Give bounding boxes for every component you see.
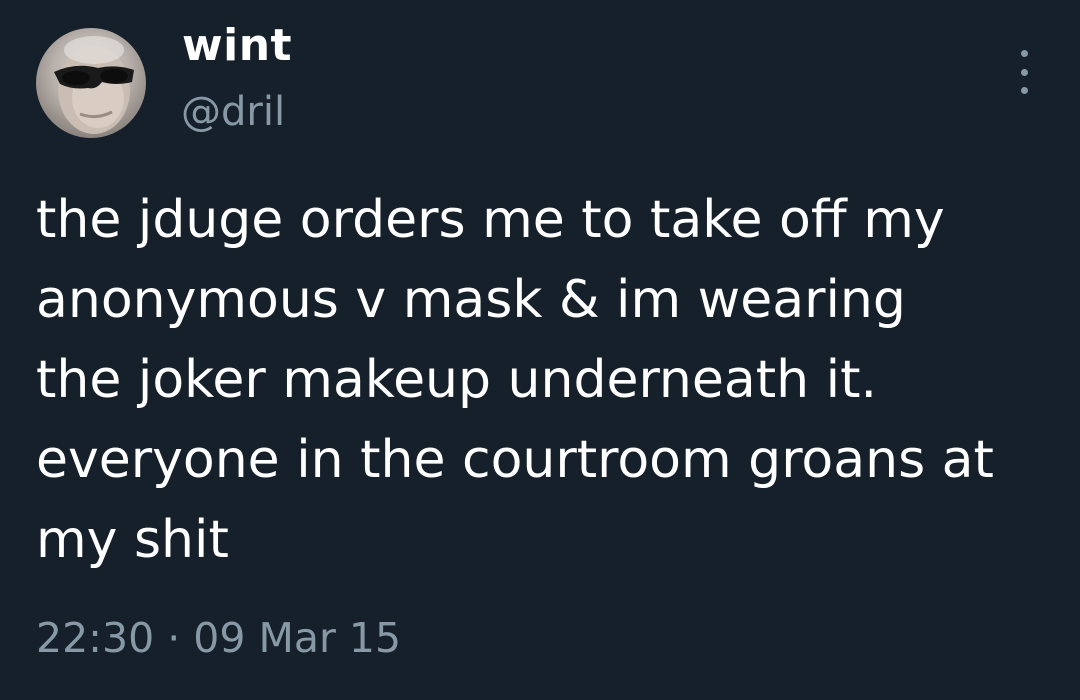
more-vertical-icon-dot — [1020, 87, 1028, 94]
avatar-image — [54, 36, 134, 134]
tweet-time: 22:30 — [36, 614, 155, 662]
tweet-card: wint @dril the jduge orders me to take o… — [0, 0, 1080, 700]
more-vertical-icon — [1020, 50, 1028, 57]
tweet-text-line: everyone in the courtroom groans at — [36, 430, 994, 490]
timestamp-separator: · — [167, 614, 181, 662]
tweet-date: 09 Mar 15 — [193, 614, 402, 662]
avatar[interactable] — [36, 28, 146, 138]
more-vertical-icon-dot — [1020, 68, 1028, 76]
display-name[interactable]: wint — [182, 18, 292, 74]
tweet-text-line: the jduge orders me to take off my — [36, 190, 945, 250]
more-options-button[interactable] — [1004, 50, 1044, 94]
tweet-text-line: my shit — [36, 510, 229, 570]
tweet-text-line: anonymous v mask & im wearing — [36, 270, 906, 330]
tweet-text: the jduge orders me to take off my anony… — [36, 180, 1066, 580]
tweet-timestamp[interactable]: 22:30 · 09 Mar 15 — [36, 612, 401, 664]
user-handle[interactable]: @dril — [181, 86, 285, 138]
tweet-text-line: the joker makeup underneath it. — [36, 350, 877, 410]
